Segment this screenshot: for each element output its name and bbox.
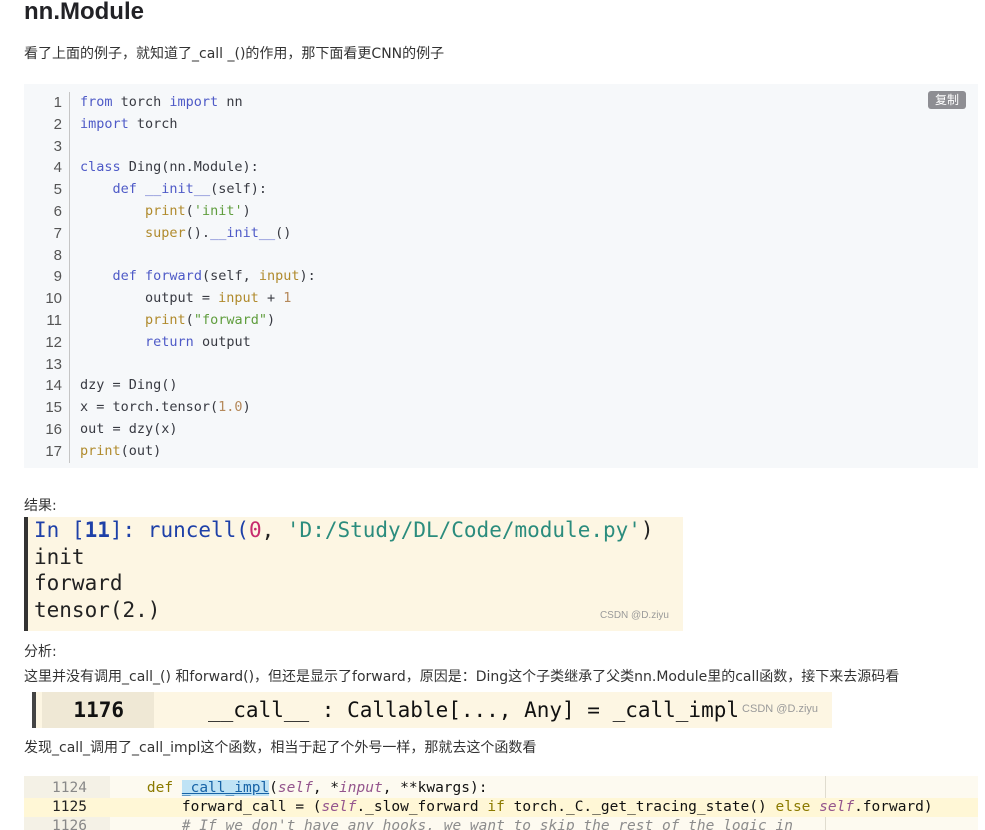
- code-line: 2 import torch: [24, 113, 316, 136]
- code-text: import torch: [80, 115, 178, 132]
- code-line: 8: [24, 244, 316, 267]
- code-line: 4 class Ding(nn.Module):: [24, 157, 316, 180]
- line-number: 16: [24, 418, 70, 441]
- code-line: 15 x = torch.tensor(1.0): [24, 397, 316, 419]
- code-text: dzy = Ding(): [80, 377, 178, 394]
- code-text: def __init__(self):: [112, 181, 267, 198]
- source-line-number: 1176: [42, 692, 154, 728]
- code-text: from torch import nn: [80, 94, 243, 110]
- ide-line-number: 1125: [52, 799, 87, 815]
- console-output-line: init: [34, 544, 85, 569]
- found-text: 发现_call_调用了_call_impl这个函数，相当于起了个外号一样，那就去…: [24, 740, 537, 756]
- console-output-line: forward: [34, 571, 123, 595]
- ide-line-number: 1124: [52, 780, 87, 796]
- code-line: 11 print("forward"): [24, 309, 316, 332]
- source-line-text: __call__ : Callable[..., Any] = _call_im…: [208, 698, 740, 722]
- console-paren: ): [640, 518, 654, 542]
- ide-line-number: 1126: [52, 818, 87, 830]
- code-line: 13: [24, 353, 316, 376]
- console-command: ]: runcell(: [109, 518, 249, 542]
- code-line: 3: [24, 135, 316, 158]
- code-text: print("forward"): [145, 311, 276, 328]
- line-number: 12: [24, 331, 70, 354]
- code-text: print(out): [80, 442, 162, 459]
- line-number: 10: [24, 288, 70, 310]
- ide-code-text: # If we don't have any hooks, we want to…: [181, 818, 793, 830]
- code-line: 12 return output: [24, 331, 316, 354]
- line-number: 9: [24, 266, 70, 289]
- line-number: 8: [24, 244, 70, 267]
- page-title: nn.Module: [24, 0, 144, 25]
- console-comma: ,: [261, 518, 287, 542]
- code-text: x = torch.tensor(1.0): [80, 399, 251, 416]
- ide-code-line: 1125 forward_call = (self._slow_forward …: [24, 798, 978, 817]
- code-line: 16 out = dzy(x): [24, 418, 316, 441]
- console-path: 'D:/Study/DL/Code/module.py': [286, 518, 641, 542]
- code-line: 7 super().__init__(): [24, 222, 316, 245]
- intro-paragraph: 看了上面的例子，就知道了_call _()的作用，那下面看更CNN的例子: [24, 46, 445, 62]
- analysis-label: 分析:: [24, 644, 57, 660]
- code-line: 10 output = input + 1: [24, 288, 316, 310]
- line-number: 14: [24, 375, 70, 398]
- code-text: super().__init__(): [145, 224, 292, 241]
- ide-code-line: 1126 # If we don't have any hooks, we wa…: [24, 817, 978, 830]
- line-number: 6: [24, 200, 70, 223]
- line-number: 15: [24, 397, 70, 419]
- console-arg-zero: 0: [248, 518, 262, 542]
- ide-snippet: 1124 def _call_impl(self, *input, **kwar…: [24, 776, 978, 830]
- line-number: 3: [24, 135, 70, 158]
- console-output-line: tensor(2.): [34, 597, 161, 622]
- line-number: 13: [24, 353, 70, 376]
- code-text: out = dzy(x): [80, 420, 178, 437]
- line-number: 2: [24, 113, 70, 136]
- code-text: print('init'): [145, 202, 251, 219]
- watermark: CSDN @D.ziyu: [742, 703, 818, 715]
- code-block: 复制 1 from torch import nn 2 import torch 3 4…: [24, 84, 978, 468]
- code-line: 9 def forward(self, input):: [24, 266, 316, 289]
- line-number: 17: [24, 440, 70, 463]
- result-label: 结果:: [24, 498, 57, 514]
- line-number: 7: [24, 222, 70, 245]
- ide-code-line: 1124 def _call_impl(self, *input, **kwar…: [24, 779, 978, 798]
- line-number: 4: [24, 157, 70, 180]
- code-line: 1 from torch import nn: [24, 92, 316, 114]
- code-text: return output: [145, 333, 251, 350]
- ide-code-text: forward_call = (self._slow_forward if to…: [112, 799, 933, 815]
- watermark: CSDN @D.ziyu: [599, 610, 669, 621]
- console-prompt-number: 11: [84, 518, 110, 542]
- code-line: 14 dzy = Ding(): [24, 375, 316, 398]
- line-number: 1: [24, 92, 70, 114]
- code-lines: 1 from torch import nn 2 import torch 3 4 cla…: [24, 92, 316, 463]
- code-text: def forward(self, input):: [112, 268, 316, 285]
- line-number: 5: [24, 179, 70, 201]
- analysis-text: 这里并没有调用_call_() 和forward()，但还是显示了forward…: [24, 669, 900, 685]
- console-output: In [11]: runcell(0, 'D:/Study/DL/Code/mo…: [24, 517, 683, 631]
- gutter-bar: [32, 692, 36, 728]
- console-input-line: In [11]: runcell(0, 'D:/Study/DL/Code/mo…: [28, 517, 683, 544]
- console-prompt: In [: [34, 518, 85, 542]
- code-line: 6 print('init'): [24, 200, 316, 223]
- copy-button[interactable]: 复制: [927, 91, 966, 109]
- code-text: output = input + 1: [80, 290, 292, 307]
- ide-code-text: def _call_impl(self, *input, **kwargs):: [146, 780, 488, 796]
- line-number: 11: [24, 309, 70, 332]
- code-text: class Ding(nn.Module):: [80, 159, 259, 176]
- source-line-image: 1176 __call__ : Callable[..., Any] = _ca…: [32, 692, 832, 728]
- code-line: 17 print(out): [24, 440, 316, 463]
- code-line: 5 def __init__(self):: [24, 179, 316, 201]
